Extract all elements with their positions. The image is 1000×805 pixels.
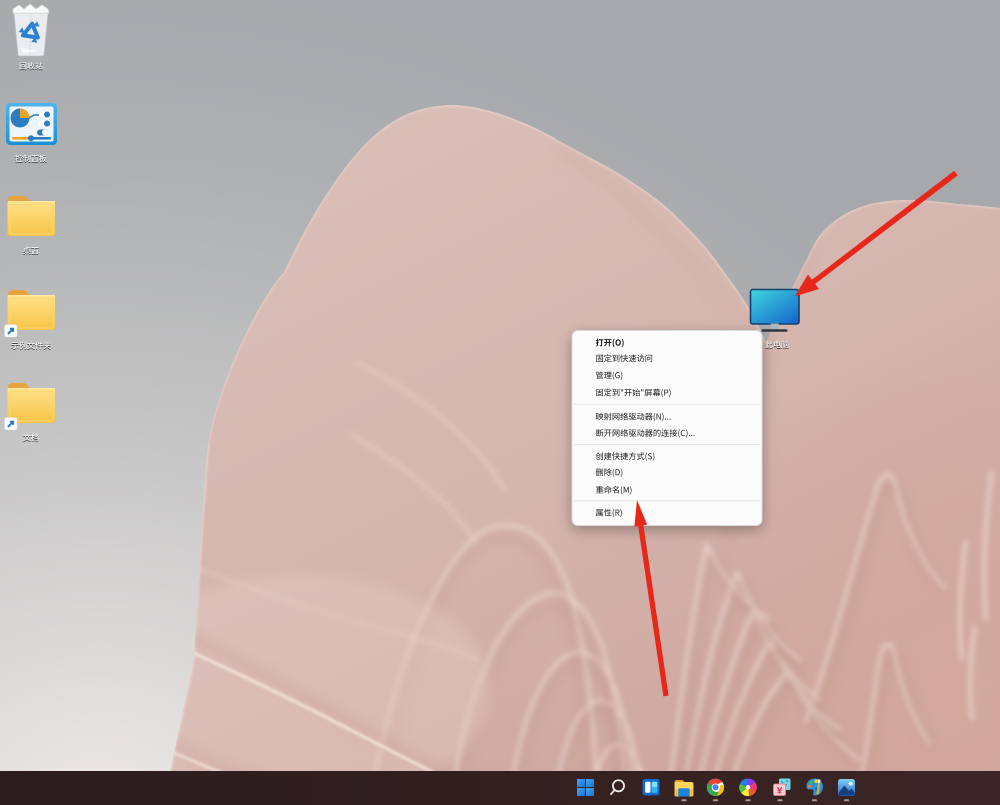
svg-text:¥: ¥ bbox=[777, 786, 783, 797]
